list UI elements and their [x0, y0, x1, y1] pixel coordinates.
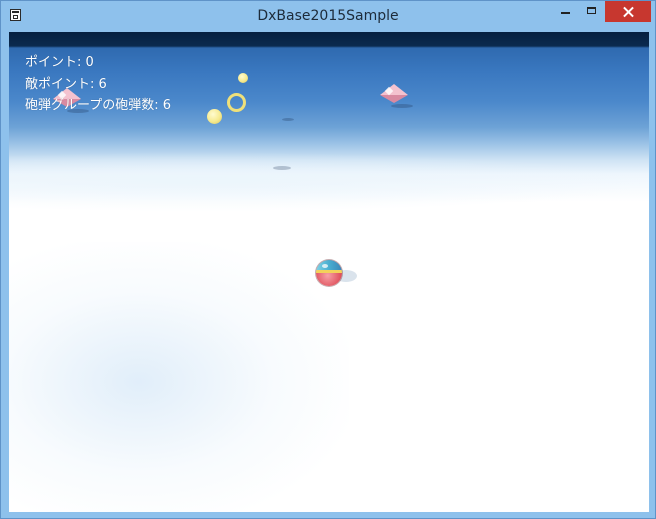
hud-enemy-points: 敵ポイント: 6 [25, 77, 107, 92]
shell-ring [227, 93, 246, 112]
horizon-haze [9, 152, 649, 212]
hud-points: ポイント: 0 [25, 55, 94, 70]
maximize-button[interactable] [579, 1, 605, 22]
player-ball [316, 260, 342, 286]
title-bar[interactable]: DxBase2015Sample [1, 1, 655, 32]
shell-orb [238, 73, 248, 83]
minimize-button[interactable] [553, 1, 579, 22]
game-viewport[interactable]: ポイント: 0 敵ポイント: 6 砲弾グループの砲弾数: 6 [9, 32, 649, 512]
shell-orb [207, 109, 222, 124]
hud-shell-group-count: 砲弾グループの砲弾数: 6 [25, 98, 172, 113]
app-window: DxBase2015Sample ポイント: 0 敵ポイント: 6 砲弾グループ… [0, 0, 656, 519]
ground-haze [9, 242, 349, 512]
shell-shadow [282, 118, 294, 121]
enemy-shadow [391, 104, 413, 108]
shell-shadow [273, 166, 291, 170]
close-button[interactable] [605, 1, 651, 22]
